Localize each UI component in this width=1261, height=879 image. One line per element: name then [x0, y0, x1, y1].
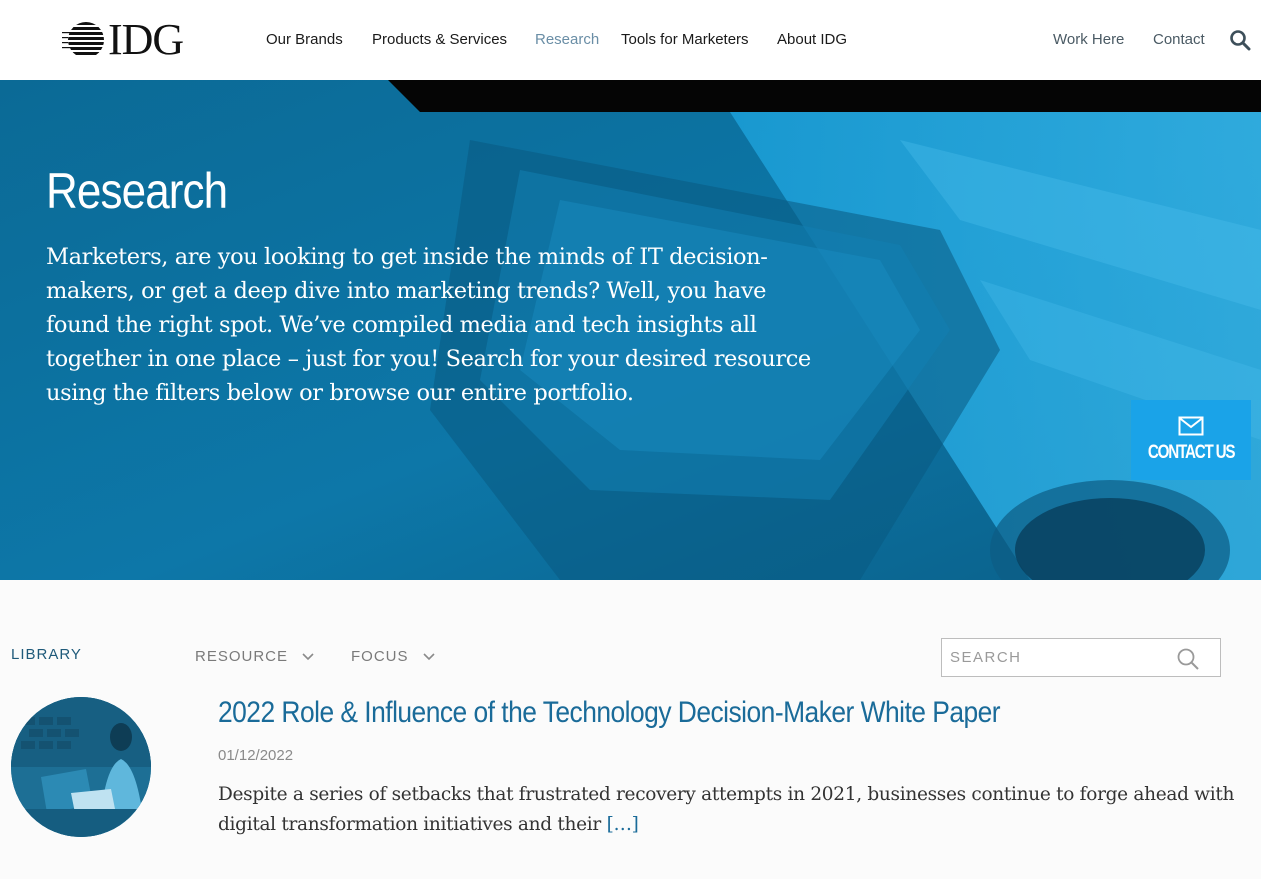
library-search-input[interactable] [942, 639, 1162, 676]
nav-products-services[interactable]: Products & Services [372, 31, 507, 48]
search-icon[interactable] [1176, 647, 1200, 671]
focus-filter-label: FOCUS [351, 648, 409, 665]
hero-banner: Research Marketers, are you looking to g… [0, 80, 1261, 580]
page-title: Research [46, 163, 228, 219]
contact-us-button[interactable]: CONTACT US [1131, 400, 1251, 480]
article-excerpt-text: Despite a series of setbacks that frustr… [218, 784, 1235, 835]
article-thumbnail[interactable] [11, 697, 151, 837]
chevron-down-icon [302, 652, 314, 660]
idg-globe-icon [62, 22, 104, 55]
article-title-link[interactable]: 2022 Role & Influence of the Technology … [218, 696, 1001, 730]
read-more-link[interactable]: […] [607, 814, 639, 835]
search-icon[interactable] [1229, 29, 1251, 51]
library-search [941, 638, 1221, 677]
logo-text: IDG [108, 15, 184, 64]
site-header: IDG Our Brands Products & Services Resea… [0, 0, 1261, 80]
nav-our-brands[interactable]: Our Brands [266, 31, 343, 48]
nav-tools-for-marketers[interactable]: Tools for Marketers [621, 31, 749, 48]
contact-us-label: CONTACT US [1147, 442, 1236, 463]
article-excerpt: Despite a series of setbacks that frustr… [218, 780, 1253, 840]
idg-logo[interactable]: IDG [62, 18, 207, 62]
thumbnail-image [11, 697, 151, 837]
nav-about-idg[interactable]: About IDG [777, 31, 847, 48]
article-date: 01/12/2022 [218, 747, 294, 764]
resource-filter-label: RESOURCE [195, 648, 289, 665]
nav-research[interactable]: Research [535, 31, 599, 48]
resource-filter-dropdown[interactable]: RESOURCE [195, 648, 314, 665]
nav-contact[interactable]: Contact [1153, 31, 1205, 48]
focus-filter-dropdown[interactable]: FOCUS [351, 648, 435, 665]
chevron-down-icon [422, 652, 435, 660]
hero-description: Marketers, are you looking to get inside… [46, 244, 811, 406]
envelope-icon [1178, 416, 1204, 436]
library-label: LIBRARY [11, 646, 82, 663]
nav-work-here[interactable]: Work Here [1053, 31, 1124, 48]
